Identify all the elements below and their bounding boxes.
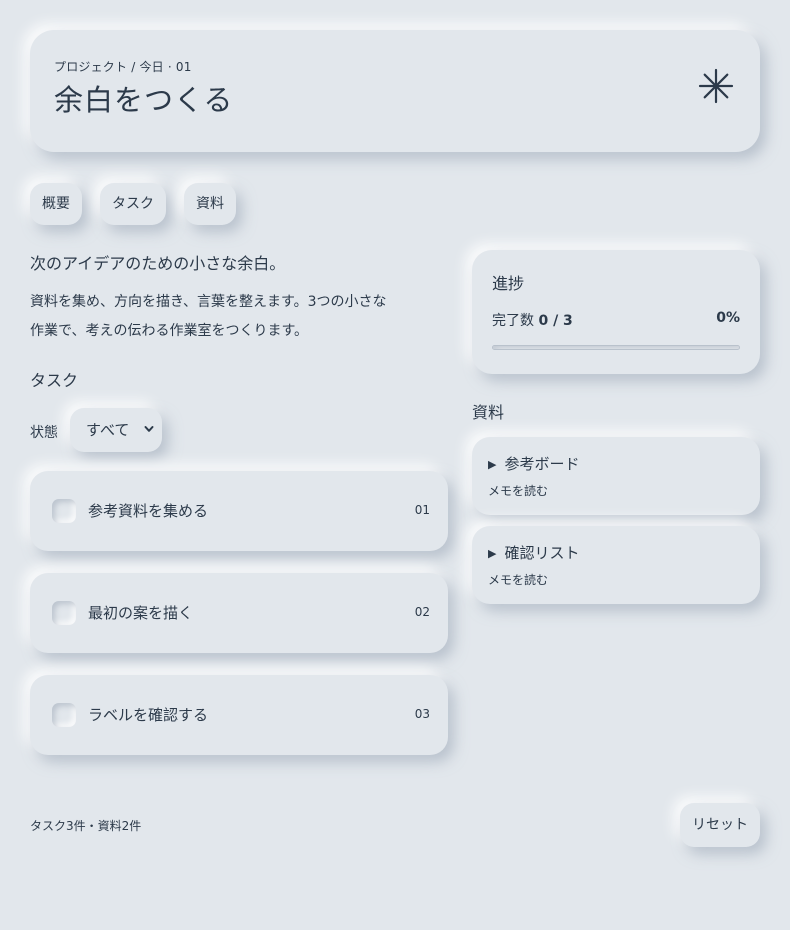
progress-bar — [492, 345, 740, 350]
resources-heading: 資料 — [472, 403, 505, 422]
intro-description-line-1: 資料を集め、方向を描き、言葉を整えます。3つの小さな — [30, 294, 387, 310]
progress-heading: 進捗 — [492, 274, 525, 293]
reset-button[interactable]: リセット — [680, 803, 760, 847]
status-filter-value: すべて — [86, 421, 130, 439]
task-number: 01 — [414, 503, 430, 517]
resource-subtitle: メモを読む — [488, 573, 549, 587]
triangle-right-icon: ▶ — [488, 547, 497, 560]
resource-item[interactable]: ▶ 確認リスト メモを読む — [472, 526, 760, 604]
resource-title-row: ▶ 確認リスト — [488, 542, 744, 563]
resource-item[interactable]: ▶ 参考ボード メモを読む — [472, 437, 760, 515]
intro-lead: 次のアイデアのための小さな余白。 — [30, 254, 286, 273]
completed-label: 完了数 — [492, 313, 534, 329]
resource-title: 参考ボード — [504, 455, 580, 473]
sparkle-icon — [698, 68, 734, 104]
app-frame: プロジェクト / 今日 · 01 余白をつくる 概要 タスク 資料 次のアイデア… — [0, 0, 790, 930]
tasks-heading: タスク — [30, 371, 79, 390]
completed-value: 0 / 3 — [538, 313, 573, 329]
task-label: 最初の案を描く — [88, 604, 194, 622]
triangle-right-icon: ▶ — [488, 458, 497, 471]
progress-row: 完了数 0 / 3 0% — [492, 310, 740, 330]
resource-title: 確認リスト — [504, 544, 580, 562]
task-number: 03 — [414, 707, 430, 721]
page-title: 余白をつくる — [54, 83, 234, 117]
task-label: ラベルを確認する — [88, 706, 209, 724]
intro-description: 資料を集め、方向を描き、言葉を整えます。3つの小さな 作業で、考えの伝わる作業室… — [30, 288, 450, 346]
intro-description-line-2: 作業で、考えの伝わる作業室をつくります。 — [30, 323, 309, 339]
task-item: 最初の案を描く 02 — [30, 573, 448, 653]
progress-percent: 0% — [716, 310, 740, 326]
tab-tasks[interactable]: タスク — [100, 183, 166, 225]
task-checkbox[interactable] — [52, 703, 76, 727]
tab-overview[interactable]: 概要 — [30, 183, 82, 225]
resource-subtitle: メモを読む — [488, 484, 549, 498]
header-card: プロジェクト / 今日 · 01 余白をつくる — [30, 30, 760, 152]
task-label: 参考資料を集める — [88, 502, 209, 520]
status-filter-select[interactable]: すべて — [70, 408, 162, 452]
tab-resources[interactable]: 資料 — [184, 183, 236, 225]
task-item: ラベルを確認する 03 — [30, 675, 448, 755]
footer-summary: タスク3件・資料2件 — [30, 819, 142, 833]
tab-bar: 概要 タスク 資料 — [30, 183, 236, 225]
breadcrumb: プロジェクト / 今日 · 01 — [54, 60, 192, 74]
resource-title-row: ▶ 参考ボード — [488, 453, 744, 474]
task-checkbox[interactable] — [52, 601, 76, 625]
task-checkbox[interactable] — [52, 499, 76, 523]
progress-card: 進捗 完了数 0 / 3 0% — [472, 250, 760, 374]
task-number: 02 — [414, 605, 430, 619]
chevron-down-icon — [144, 426, 154, 432]
status-filter-label: 状態 — [30, 425, 58, 441]
task-item: 参考資料を集める 01 — [30, 471, 448, 551]
